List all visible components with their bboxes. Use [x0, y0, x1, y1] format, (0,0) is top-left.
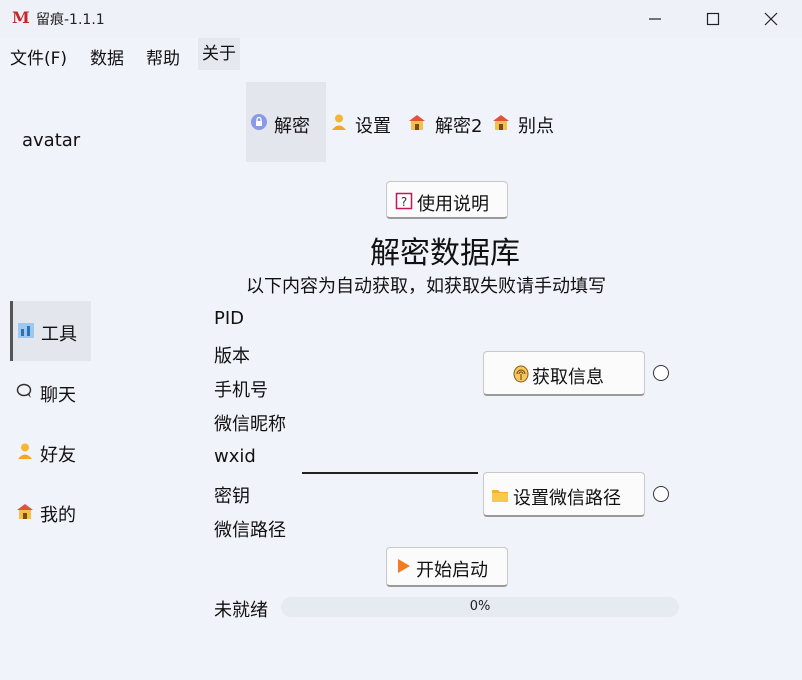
sidebar-item-label: 聊天	[40, 385, 76, 406]
sidebar-item-chat[interactable]: 聊天	[12, 362, 90, 422]
window-title: 留痕-1.1.1	[36, 12, 105, 28]
person-icon	[332, 114, 346, 130]
tab-settings[interactable]: 设置	[328, 82, 402, 162]
tools-icon	[18, 323, 34, 338]
tab-label: 解密	[274, 116, 310, 137]
progress-bar: 0%	[281, 597, 679, 617]
folder-icon	[492, 490, 508, 502]
fingerprint-icon	[513, 365, 529, 383]
page-subtitle: 以下内容为自动获取，如获取失败请手动填写	[246, 276, 606, 297]
start-button-label: 开始启动	[416, 560, 488, 581]
house-icon	[493, 115, 509, 130]
field-label-phone: 手机号	[214, 380, 268, 401]
avatar[interactable]: avatar	[22, 130, 80, 151]
app-logo-icon: M	[12, 8, 30, 27]
sidebar-item-mine[interactable]: 我的	[12, 482, 90, 542]
tab-decrypt2[interactable]: 解密2	[406, 82, 490, 162]
sidebar-item-label: 我的	[40, 505, 76, 526]
minimize-button[interactable]	[626, 0, 684, 38]
set-wechat-path-button[interactable]: 设置微信路径	[483, 472, 645, 517]
menu-help[interactable]: 帮助	[144, 44, 182, 69]
svg-text:?: ?	[401, 195, 407, 209]
maximize-icon	[706, 12, 720, 26]
minimize-icon	[649, 18, 661, 20]
set-wechat-path-button-label: 设置微信路径	[513, 488, 621, 509]
chat-icon	[16, 383, 32, 398]
close-button[interactable]	[742, 0, 800, 38]
sidebar-item-label: 好友	[40, 445, 76, 466]
progress-text: 0%	[469, 599, 491, 614]
sidebar-item-tools[interactable]: 工具	[10, 301, 91, 361]
tab-dont-click[interactable]: 别点	[490, 82, 564, 162]
maximize-button[interactable]	[684, 0, 742, 38]
close-icon	[764, 12, 778, 26]
menu-about[interactable]: 关于	[198, 38, 240, 70]
sidebar-item-label: 工具	[41, 324, 77, 345]
page-title: 解密数据库	[370, 236, 520, 271]
house-icon	[409, 115, 425, 130]
title-bar: M 留痕-1.1.1	[0, 0, 802, 38]
menu-data[interactable]: 数据	[88, 44, 126, 69]
person-icon	[18, 443, 32, 459]
start-button[interactable]: 开始启动	[386, 547, 508, 587]
question-icon: ?	[395, 192, 413, 210]
tab-label: 设置	[355, 116, 391, 137]
tab-label: 别点	[518, 116, 554, 137]
house-icon	[17, 504, 33, 519]
help-button[interactable]: ? 使用说明	[386, 181, 508, 219]
tab-decrypt[interactable]: 解密	[246, 82, 326, 162]
play-icon	[398, 559, 410, 573]
field-label-version: 版本	[214, 346, 250, 367]
get-info-radio[interactable]	[653, 365, 669, 381]
get-info-button-label: 获取信息	[532, 367, 604, 388]
sidebar-item-friends[interactable]: 好友	[12, 422, 90, 482]
field-label-nickname: 微信昵称	[214, 414, 286, 435]
wxid-input[interactable]	[302, 462, 478, 474]
field-label-wechat-path: 微信路径	[214, 520, 286, 541]
menu-file[interactable]: 文件(F)	[8, 44, 69, 69]
status-text: 未就绪	[214, 600, 268, 621]
get-info-button[interactable]: 获取信息	[483, 351, 645, 396]
field-label-pid: PID	[214, 308, 245, 329]
field-label-wxid: wxid	[214, 446, 256, 467]
field-label-key: 密钥	[214, 486, 250, 507]
set-path-radio[interactable]	[653, 486, 669, 502]
tab-label: 解密2	[435, 116, 483, 137]
lock-icon	[251, 114, 267, 130]
help-button-label: 使用说明	[417, 194, 489, 215]
menu-bar: 文件(F) 数据 帮助 关于	[0, 38, 802, 70]
